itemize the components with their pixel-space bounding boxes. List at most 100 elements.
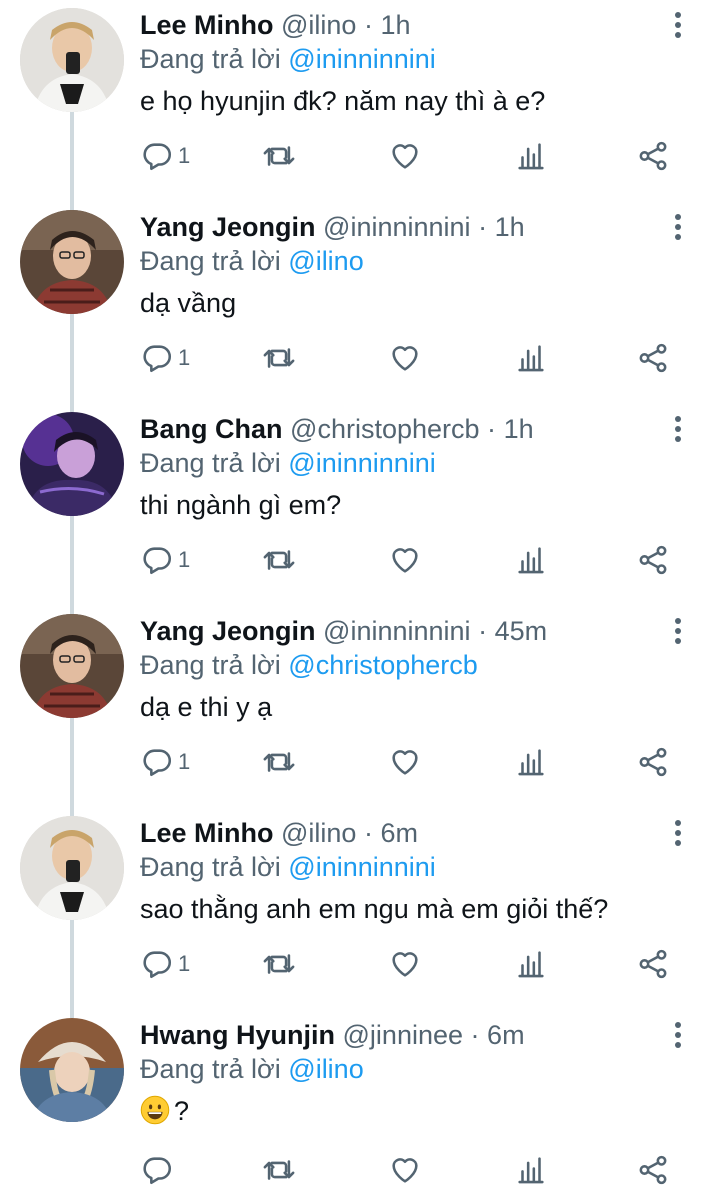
analytics-button[interactable] xyxy=(514,944,548,984)
tweet[interactable]: Hwang Hyunjin @jinninee · 6m Đang trả lờ… xyxy=(0,1010,720,1197)
reply-button[interactable]: 1 xyxy=(140,944,190,984)
reply-count: 1 xyxy=(178,345,191,370)
share-button[interactable] xyxy=(636,136,670,176)
avatar[interactable] xyxy=(20,8,124,112)
timestamp[interactable]: 45m xyxy=(495,616,548,646)
reply-button[interactable] xyxy=(140,1150,178,1190)
share-button[interactable] xyxy=(636,540,670,580)
like-button[interactable] xyxy=(388,338,422,378)
tweet[interactable]: Yang Jeongin @ininninnini · 1h Đang trả … xyxy=(0,202,720,404)
author-handle[interactable]: @ilino xyxy=(281,10,356,40)
tweet[interactable]: Yang Jeongin @ininninnini · 45m Đang trả… xyxy=(0,606,720,808)
separator-dot: · xyxy=(363,818,373,848)
like-button[interactable] xyxy=(388,742,422,782)
author-name[interactable]: Yang Jeongin xyxy=(140,616,316,646)
mention-link[interactable]: @ininninnini xyxy=(288,448,436,478)
author-handle[interactable]: @christophercb xyxy=(290,414,480,444)
retweet-icon xyxy=(263,348,295,368)
mention-link[interactable]: @christophercb xyxy=(288,650,478,680)
reply-icon xyxy=(143,143,172,171)
replying-prefix: Đang trả lời xyxy=(140,246,281,276)
author-handle[interactable]: @ininninnini xyxy=(323,212,471,242)
analytics-icon xyxy=(518,345,544,372)
like-button[interactable] xyxy=(388,944,422,984)
tweet[interactable]: Lee Minho @ilino · 1h Đang trả lời @inin… xyxy=(0,0,720,202)
reply-icon xyxy=(143,951,172,979)
tweet[interactable]: Bang Chan @christophercb · 1h Đang trả l… xyxy=(0,404,720,606)
replying-to: Đang trả lời @ininninnini xyxy=(140,42,436,76)
separator-dot: · xyxy=(478,212,488,242)
retweet-button[interactable] xyxy=(262,136,296,176)
retweet-button[interactable] xyxy=(262,540,296,580)
timestamp[interactable]: 1h xyxy=(504,414,534,444)
retweet-button[interactable] xyxy=(262,944,296,984)
more-vertical-icon[interactable] xyxy=(666,616,690,646)
reply-button[interactable]: 1 xyxy=(140,338,190,378)
author-handle[interactable]: @jinninee xyxy=(343,1020,464,1050)
reply-button[interactable]: 1 xyxy=(140,540,190,580)
analytics-icon xyxy=(518,547,544,574)
share-button[interactable] xyxy=(636,742,670,782)
share-icon xyxy=(639,141,667,171)
like-button[interactable] xyxy=(388,1150,422,1190)
author-name[interactable]: Bang Chan xyxy=(140,414,283,444)
avatar[interactable] xyxy=(20,1018,124,1122)
share-button[interactable] xyxy=(636,1150,670,1190)
analytics-icon xyxy=(518,143,544,170)
reply-button[interactable]: 1 xyxy=(140,136,190,176)
mention-link[interactable]: @ininninnini xyxy=(288,44,436,74)
analytics-button[interactable] xyxy=(514,540,548,580)
like-button[interactable] xyxy=(388,136,422,176)
more-vertical-icon[interactable] xyxy=(666,212,690,242)
tweet-header: Yang Jeongin @ininninnini · 45m xyxy=(140,614,547,648)
retweet-button[interactable] xyxy=(262,742,296,782)
share-button[interactable] xyxy=(636,944,670,984)
replying-prefix: Đang trả lời xyxy=(140,650,281,680)
tweet-actions: 1 xyxy=(140,742,680,782)
like-button[interactable] xyxy=(388,540,422,580)
reply-button[interactable]: 1 xyxy=(140,742,190,782)
tweet[interactable]: Lee Minho @ilino · 6m Đang trả lời @inin… xyxy=(0,808,720,1010)
tweet-header: Lee Minho @ilino · 6m xyxy=(140,816,418,850)
analytics-button[interactable] xyxy=(514,742,548,782)
more-vertical-icon[interactable] xyxy=(666,10,690,40)
avatar[interactable] xyxy=(20,816,124,920)
replying-to: Đang trả lời @ininninnini xyxy=(140,446,436,480)
more-vertical-icon[interactable] xyxy=(666,414,690,444)
avatar[interactable] xyxy=(20,210,124,314)
separator-dot: · xyxy=(363,10,373,40)
replying-to: Đang trả lời @ininninnini xyxy=(140,850,436,884)
more-vertical-icon[interactable] xyxy=(666,1020,690,1050)
retweet-button[interactable] xyxy=(262,1150,296,1190)
timestamp[interactable]: 1h xyxy=(380,10,410,40)
replying-to: Đang trả lời @ilino xyxy=(140,1052,364,1086)
analytics-button[interactable] xyxy=(514,1150,548,1190)
mention-link[interactable]: @ilino xyxy=(288,1054,363,1084)
retweet-button[interactable] xyxy=(262,338,296,378)
author-name[interactable]: Lee Minho xyxy=(140,10,274,40)
analytics-button[interactable] xyxy=(514,136,548,176)
author-name[interactable]: Lee Minho xyxy=(140,818,274,848)
mention-link[interactable]: @ilino xyxy=(288,246,363,276)
author-handle[interactable]: @ininninnini xyxy=(323,616,471,646)
author-name[interactable]: Hwang Hyunjin xyxy=(140,1020,335,1050)
author-handle[interactable]: @ilino xyxy=(281,818,356,848)
replying-prefix: Đang trả lời xyxy=(140,852,281,882)
timestamp[interactable]: 6m xyxy=(487,1020,525,1050)
share-button[interactable] xyxy=(636,338,670,378)
timestamp[interactable]: 1h xyxy=(495,212,525,242)
author-name[interactable]: Yang Jeongin xyxy=(140,212,316,242)
heart-icon xyxy=(392,144,418,169)
share-icon xyxy=(639,949,667,979)
more-vertical-icon[interactable] xyxy=(666,818,690,848)
analytics-button[interactable] xyxy=(514,338,548,378)
tweet-text: ? xyxy=(140,1094,189,1128)
separator-dot: · xyxy=(487,414,497,444)
replying-prefix: Đang trả lời xyxy=(140,448,281,478)
mention-link[interactable]: @ininninnini xyxy=(288,852,436,882)
tweet-text-content: ? xyxy=(174,1096,190,1126)
timestamp[interactable]: 6m xyxy=(380,818,418,848)
avatar[interactable] xyxy=(20,614,124,718)
avatar[interactable] xyxy=(20,412,124,516)
analytics-icon xyxy=(518,951,544,978)
